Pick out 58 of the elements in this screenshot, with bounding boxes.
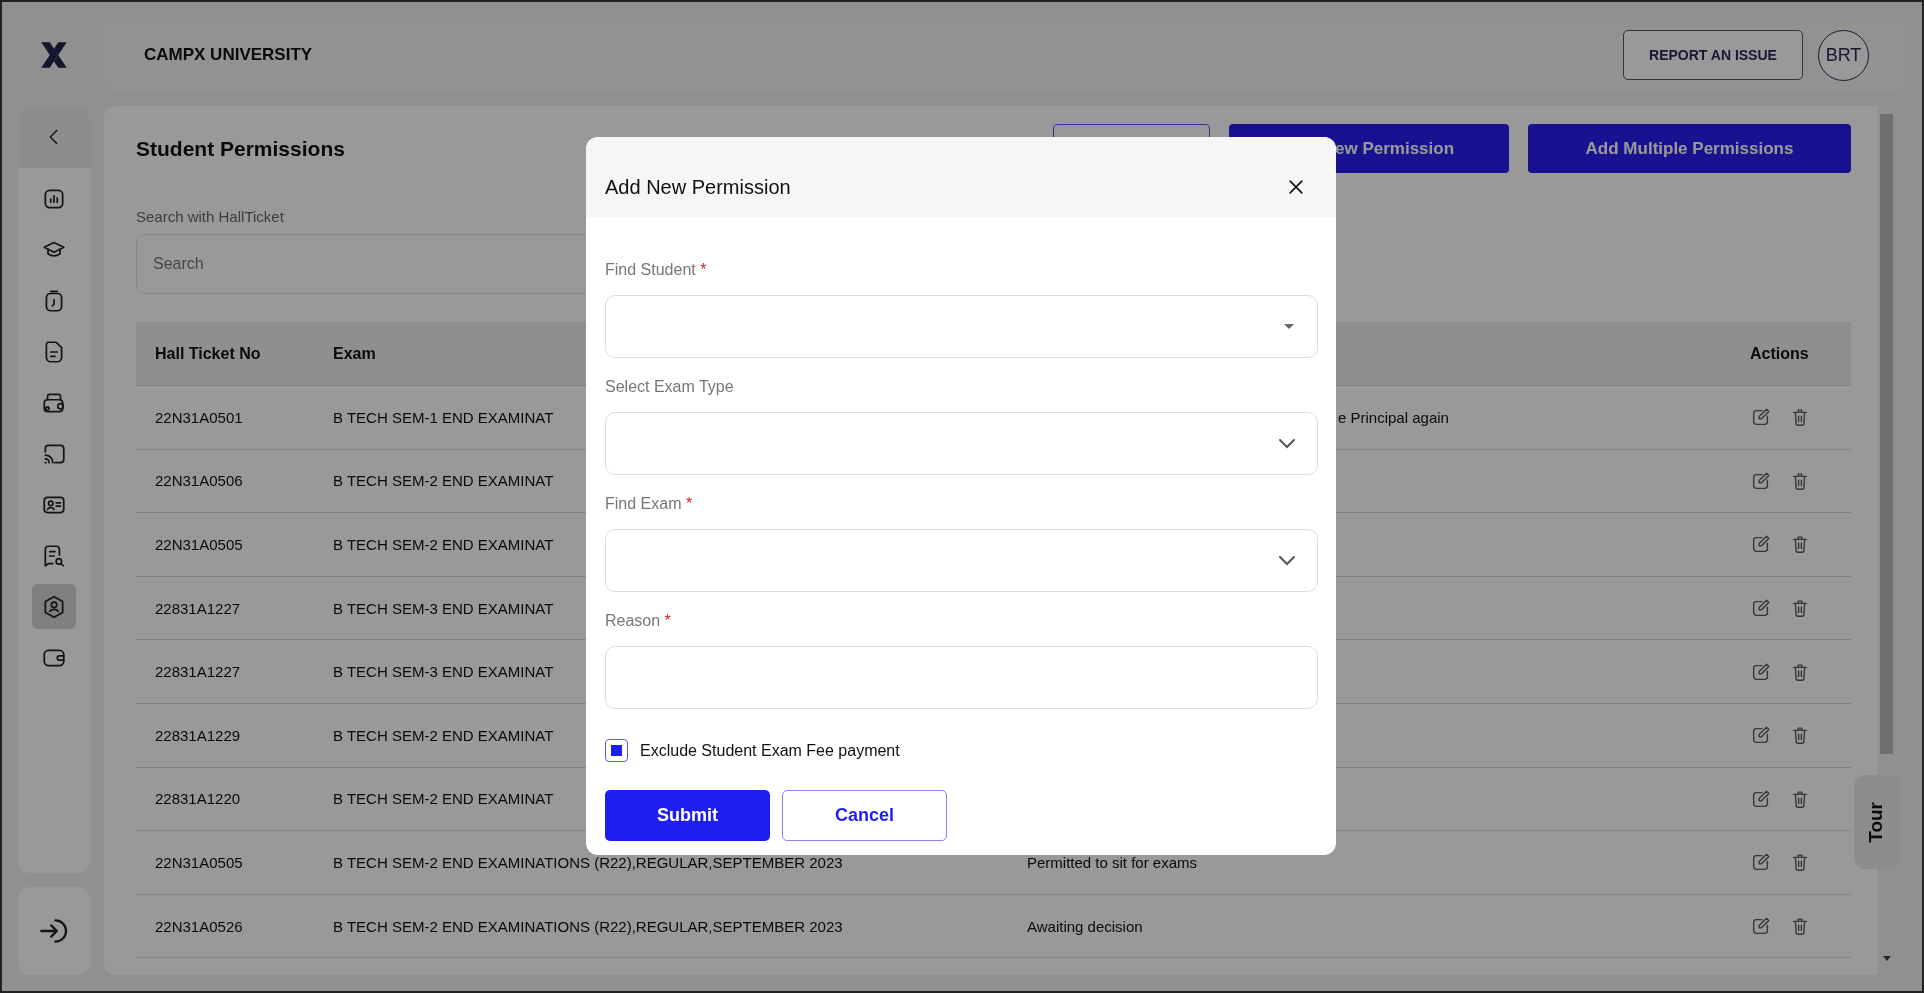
field-label: Find Student * [605,261,708,280]
field-label: Find Exam * [605,495,694,514]
chevron-down-icon [1279,438,1295,449]
table-cell: 22831A1227 [155,663,241,681]
table-cell: B TECH SEM-2 END EXAMINAT [333,536,554,553]
table-cell: B TECH SEM-3 END EXAMINAT [333,663,554,681]
select-field[interactable] [605,529,1318,592]
table-cell: B TECH SEM-2 END EXAMINAT [333,726,554,744]
scrollbar-thumb[interactable] [1880,114,1893,754]
table-cell: Awaiting decision [1027,917,1143,935]
dropdown-caret-icon [1283,323,1295,330]
field-label: Select Exam Type [605,378,735,397]
primary-button[interactable]: Add Multiple Permissions [1528,124,1851,173]
autocomplete-field[interactable] [605,295,1318,358]
document-search-icon [41,542,67,569]
page-title: Student Permissions [136,136,345,161]
table-cell: Permitted to sit for exams [1027,853,1198,871]
university-name: CAMPX UNIVERSITY [144,45,313,65]
sidebar-item[interactable] [32,584,76,629]
column-header: Actions [1749,344,1810,363]
column-header: Hall Ticket No [154,344,262,363]
table-cell: 22N31A0505 [155,536,243,553]
close-button[interactable] [1286,177,1306,197]
cancel-button[interactable]: Cancel [782,790,947,841]
table-cell: 22831A1227 [155,599,241,617]
edit-button[interactable] [1750,660,1772,683]
table-cell: e Principal again [1338,408,1449,426]
close-icon [1286,177,1306,197]
table-cell: 22831A1220 [155,790,241,808]
user-badge-icon [41,593,67,620]
table-cell: B TECH SEM-2 END EXAMINAT [333,790,554,808]
report-issue-button[interactable]: REPORT AN ISSUE [1623,30,1803,80]
table-cell: 22N31A0505 [155,853,243,871]
table-cell: B TECH SEM-2 END EXAMINATIONS (R22),REGULAR,SEPTEMBER 2023 [333,853,843,871]
checkbox-label: Exclude Student Exam Fee payment [640,741,900,760]
dialog-title: Add New Permission [605,175,791,199]
checkbox[interactable] [605,739,628,762]
edit-icon [1750,660,1772,683]
table-cell: B TECH SEM-3 END EXAMINAT [333,599,554,617]
avatar[interactable]: BRT [1818,29,1869,81]
edit-icon [1750,469,1772,492]
table-cell: 22N31A0526 [155,917,243,935]
edit-button[interactable] [1750,787,1772,810]
table-cell: 22N31A0501 [155,408,243,426]
edit-button[interactable] [1750,469,1772,492]
table-cell: B TECH SEM-1 END EXAMINAT [333,408,554,426]
table-cell: B TECH SEM-2 END EXAMINATIONS (R22),REGULAR,SEPTEMBER 2023 [333,917,843,935]
table-cell: B TECH SEM-2 END EXAMINAT [333,472,554,490]
search-label: Search with HallTicket [136,208,285,225]
table-cell: 22N31A0506 [155,472,243,490]
chevron-down-icon [1279,555,1295,566]
table-cell: 22831A1229 [155,726,241,744]
text-field[interactable] [605,646,1318,709]
column-header: Exam [332,344,377,363]
submit-button[interactable]: Submit [605,790,770,841]
edit-icon [1750,787,1772,810]
select-field[interactable] [605,412,1318,475]
field-label: Reason * [605,612,672,631]
